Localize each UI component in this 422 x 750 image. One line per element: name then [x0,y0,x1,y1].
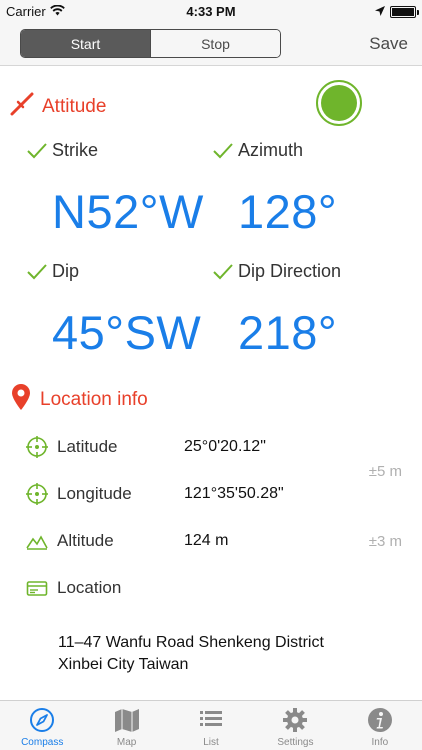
gear-icon [283,708,308,732]
battery-icon [390,5,419,18]
longitude-label: Longitude [57,484,132,503]
check-icon [212,142,234,160]
latitude-label: Latitude [57,437,118,456]
horizontal-accuracy: ±5 m [368,463,402,480]
dip-value: 45°SW [52,306,202,359]
tab-settings-label: Settings [277,737,314,748]
azimuth-value: 128° [238,185,338,238]
longitude-row: Longitude [26,483,132,505]
dip-direction-label: Dip Direction [238,261,342,281]
tab-map-label: Map [116,737,137,748]
dip-label-row: Dip [26,261,79,282]
location-label: Location [57,578,122,597]
tab-settings[interactable]: Settings [253,701,337,750]
check-icon [26,142,48,160]
mountain-icon [26,530,48,552]
location-title: Location info [40,389,148,410]
check-icon [212,263,234,281]
location-header: Location info [10,383,148,417]
start-segment[interactable]: Start [21,30,150,57]
tab-compass-label: Compass [21,737,64,748]
compass-icon [30,708,55,732]
status-bar: Carrier 4:33 PM [0,0,422,22]
altitude-row: Altitude [26,530,114,552]
longitude-value: 121°35'50.28" [184,485,284,502]
azimuth-label: Azimuth [238,140,304,160]
strike-label-row: Strike [26,140,98,161]
address-text: 11–47 Wanfu Road Shenkeng District Xinbe… [58,632,398,676]
stop-segment[interactable]: Stop [150,30,280,57]
list-icon [200,711,223,726]
map-pin-icon [10,383,32,417]
tab-compass[interactable]: Compass [0,701,84,750]
tab-list-label: List [203,737,219,748]
crosshair-icon [26,483,48,505]
azimuth-label-row: Azimuth [212,140,303,161]
altitude-label: Altitude [57,531,114,550]
attitude-title: Attitude [42,96,107,117]
latitude-row: Latitude [26,436,118,458]
address-line-2: Xinbei City Taiwan [58,656,189,673]
attitude-header: Attitude [10,92,106,122]
tab-info-label: Info [371,737,389,748]
check-icon [26,263,48,281]
save-button[interactable]: Save [369,34,408,54]
strike-label: Strike [52,140,99,160]
address-card-icon [26,577,48,599]
address-line-1: 11–47 Wanfu Road Shenkeng District [58,634,324,651]
tab-list[interactable]: List [169,701,253,750]
start-stop-segmented-control[interactable]: Start Stop [20,29,281,58]
info-icon [367,708,392,732]
map-icon [114,709,139,732]
tab-info[interactable]: Info [338,701,422,750]
clock: 4:33 PM [186,4,236,19]
tab-map[interactable]: Map [84,701,168,750]
tab-bar: Compass Map List Settings Info [0,700,422,750]
altitude-accuracy: ±3 m [368,533,402,550]
attitude-icon [10,92,34,122]
dip-label: Dip [52,261,80,281]
nav-bar: Start Stop Save [0,22,422,66]
dip-direction-value: 218° [238,306,338,359]
status-indicator-dot [316,80,362,126]
location-arrow-icon [375,4,385,19]
strike-value: N52°W [52,185,204,238]
crosshair-icon [26,436,48,458]
altitude-value: 124 m [184,532,229,549]
dip-direction-label-row: Dip Direction [212,261,341,282]
location-row: Location [26,577,121,599]
latitude-value: 25°0'20.12" [184,438,266,455]
